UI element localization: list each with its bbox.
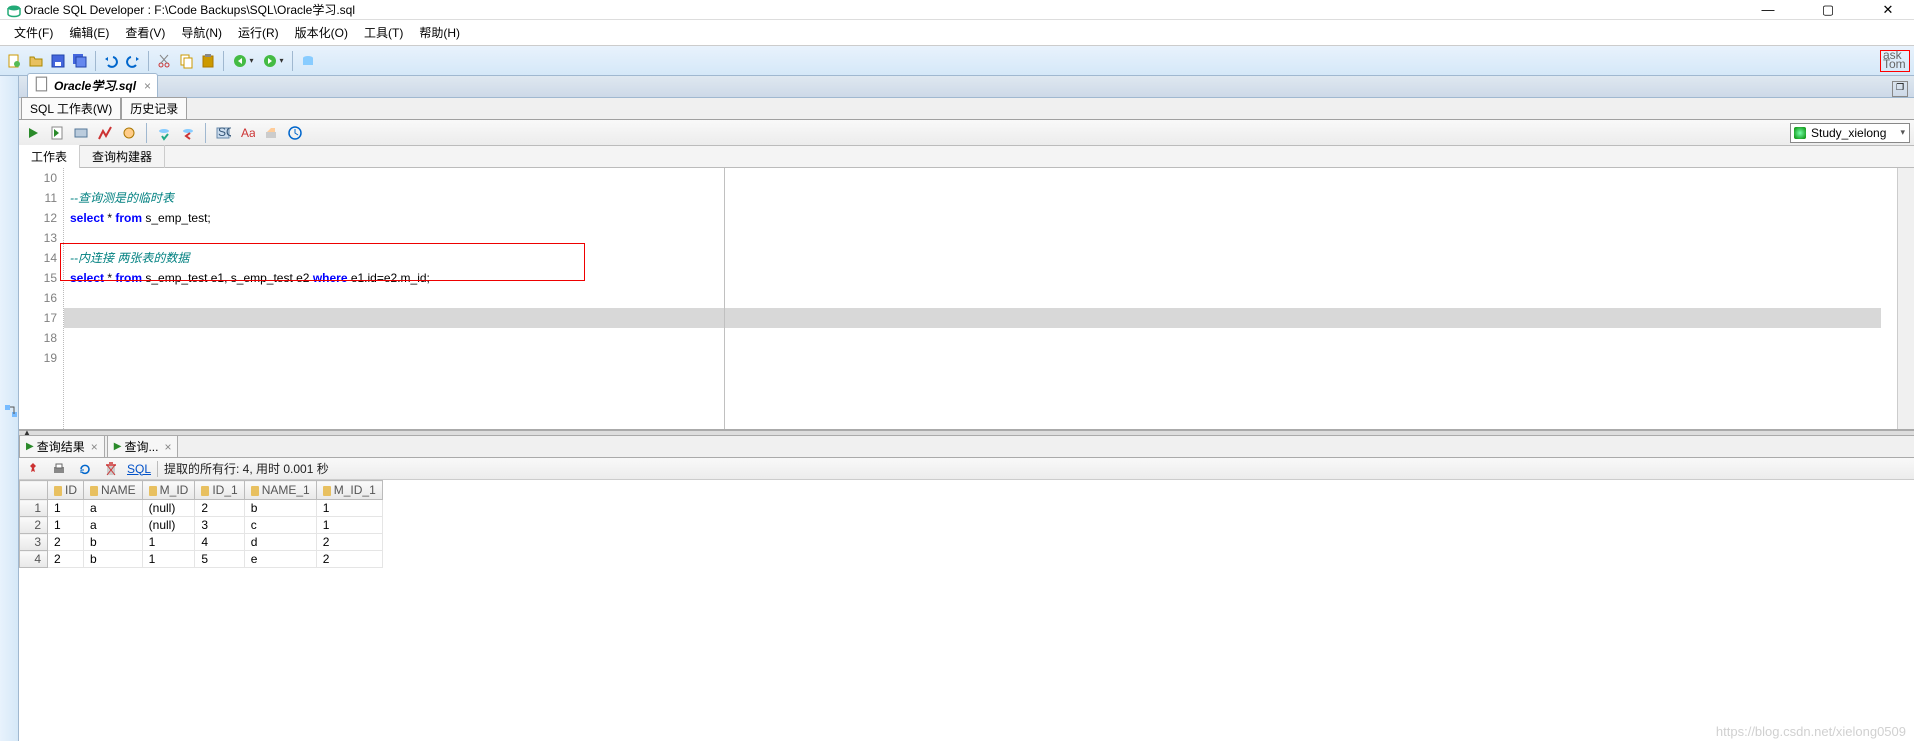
clear-button[interactable] (261, 123, 281, 143)
column-header[interactable]: M_ID (142, 481, 195, 500)
tab-sql-worksheet[interactable]: SQL 工作表(W) (21, 97, 121, 119)
autotrace-button[interactable] (95, 123, 115, 143)
print-button[interactable] (49, 459, 69, 479)
forward-button[interactable] (259, 51, 287, 71)
menu-edit[interactable]: 编辑(E) (61, 22, 117, 43)
unshared-sql-button[interactable]: SQL (213, 123, 233, 143)
minimize-button[interactable]: — (1748, 2, 1788, 18)
editor-gutter: 10111213141516171819 (19, 168, 64, 429)
back-button[interactable] (229, 51, 257, 71)
result-tabs: ▶ 查询结果 × ▶ 查询... × (19, 436, 1914, 458)
run-script-button[interactable] (47, 123, 67, 143)
connections-icon[interactable] (3, 403, 18, 418)
sql-button[interactable] (298, 51, 318, 71)
menu-bar: 文件(F) 编辑(E) 查看(V) 导航(N) 运行(R) 版本化(O) 工具(… (0, 20, 1914, 46)
undo-button[interactable] (101, 51, 121, 71)
main-toolbar: ask Tom (0, 46, 1914, 76)
column-header[interactable]: ID (48, 481, 84, 500)
editor-scrollbar[interactable] (1897, 168, 1914, 429)
commit-button[interactable] (154, 123, 174, 143)
svg-text:Aa: Aa (241, 126, 255, 140)
menu-file[interactable]: 文件(F) (6, 22, 61, 43)
refresh-button[interactable] (75, 459, 95, 479)
file-tab-label: Oracle学习.sql (54, 77, 136, 94)
table-row[interactable]: 11a(null)2b1 (20, 500, 383, 517)
close-window-button[interactable]: ✕ (1868, 2, 1908, 18)
file-tab-active[interactable]: Oracle学习.sql × (27, 73, 158, 97)
run-statement-button[interactable] (23, 123, 43, 143)
menu-vcs[interactable]: 版本化(O) (287, 22, 356, 43)
ask-tom-widget[interactable]: ask Tom (1880, 50, 1910, 72)
open-button[interactable] (26, 51, 46, 71)
result-tab-1-label: 查询结果 (37, 438, 85, 455)
menu-view[interactable]: 查看(V) (117, 22, 173, 43)
redo-button[interactable] (123, 51, 143, 71)
results-grid[interactable]: IDNAMEM_IDID_1NAME_1M_ID_1 11a(null)2b12… (19, 480, 1914, 741)
window-title: Oracle SQL Developer : F:\Code Backups\S… (24, 1, 1748, 18)
delete-button[interactable] (101, 459, 121, 479)
new-button[interactable] (4, 51, 24, 71)
menu-run[interactable]: 运行(R) (230, 22, 287, 43)
tab-history[interactable]: 历史记录 (121, 97, 187, 119)
save-button[interactable] (48, 51, 68, 71)
window-title-bar: Oracle SQL Developer : F:\Code Backups\S… (0, 0, 1914, 20)
result-toolbar: SQL 提取的所有行: 4, 用时 0.001 秒 (19, 458, 1914, 480)
window-controls: — ▢ ✕ (1748, 2, 1908, 18)
sql-toolbar: SQL Aa Study_xielong (19, 120, 1914, 146)
maximize-button[interactable]: ▢ (1808, 2, 1848, 18)
column-header[interactable]: NAME (84, 481, 143, 500)
play-icon: ▶ (114, 441, 122, 452)
pin-button[interactable] (23, 459, 43, 479)
menu-tools[interactable]: 工具(T) (356, 22, 411, 43)
result-tab-1[interactable]: ▶ 查询结果 × (19, 435, 105, 457)
column-header[interactable]: NAME_1 (244, 481, 316, 500)
left-dock[interactable]: 连接 (0, 76, 19, 741)
sql-tuning-button[interactable] (119, 123, 139, 143)
sql-editor[interactable]: 10111213141516171819 --查询测是的临时表select * … (19, 168, 1914, 430)
play-icon: ▶ (26, 441, 34, 452)
menu-help[interactable]: 帮助(H) (411, 22, 468, 43)
copy-button[interactable] (176, 51, 196, 71)
tom-label: Tom (1883, 60, 1907, 69)
file-tab-close[interactable]: × (144, 79, 151, 93)
to-uppercase-button[interactable]: Aa (237, 123, 257, 143)
tab-query-builder[interactable]: 查询构建器 (80, 145, 165, 168)
column-header[interactable]: M_ID_1 (316, 481, 382, 500)
result-tab-2-close[interactable]: × (164, 440, 171, 454)
sql-history-button[interactable] (285, 123, 305, 143)
horizontal-splitter[interactable] (19, 430, 1914, 436)
editor-code[interactable]: --查询测是的临时表select * from s_emp_test;--内连接… (64, 168, 1897, 429)
sql-link[interactable]: SQL (127, 462, 151, 476)
table-row[interactable]: 21a(null)3c1 (20, 517, 383, 534)
paste-button[interactable] (198, 51, 218, 71)
app-icon (6, 3, 20, 17)
tabs-restore-button[interactable]: ❐ (1892, 81, 1908, 97)
menu-nav[interactable]: 导航(N) (173, 22, 230, 43)
inner-tabs: 工作表 查询构建器 (19, 146, 1914, 168)
table-row[interactable]: 32b14d2 (20, 534, 383, 551)
explain-plan-button[interactable] (71, 123, 91, 143)
table-row[interactable]: 42b15e2 (20, 551, 383, 568)
result-status: 提取的所有行: 4, 用时 0.001 秒 (164, 460, 329, 477)
file-tabs: Oracle学习.sql × ❐ (19, 76, 1914, 98)
svg-text:SQL: SQL (218, 125, 231, 139)
save-all-button[interactable] (70, 51, 90, 71)
result-tab-2[interactable]: ▶ 查询... × (107, 435, 179, 457)
connection-label: Study_xielong (1811, 126, 1886, 140)
worksheet-tabs: SQL 工作表(W) 历史记录 (19, 98, 1914, 120)
cut-button[interactable] (154, 51, 174, 71)
rollback-button[interactable] (178, 123, 198, 143)
result-tab-1-close[interactable]: × (91, 440, 98, 454)
tab-worksheet[interactable]: 工作表 (19, 145, 80, 169)
file-icon (34, 76, 50, 95)
column-header[interactable]: ID_1 (195, 481, 244, 500)
connection-selector[interactable]: Study_xielong (1790, 123, 1910, 143)
print-margin-line (724, 168, 725, 429)
result-tab-2-label: 查询... (124, 438, 158, 455)
